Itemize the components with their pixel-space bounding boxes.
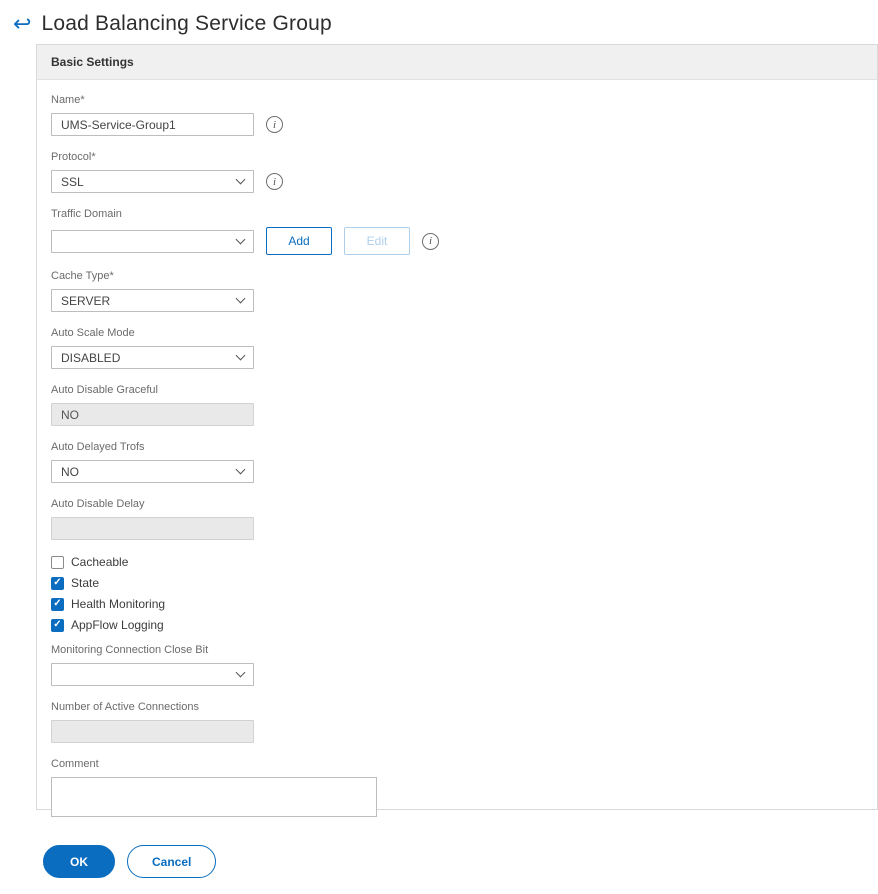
traffic-domain-select[interactable] (51, 229, 254, 253)
cache-type-select[interactable]: SERVER (51, 289, 254, 312)
chevron-down-icon (235, 293, 246, 304)
panel-title: Basic Settings (51, 55, 134, 69)
auto-scale-mode-select-value: DISABLED (61, 350, 121, 365)
field-auto-scale-mode: Auto Scale Mode DISABLED (51, 327, 861, 369)
field-name: Name* i (51, 94, 861, 136)
traffic-domain-label: Traffic Domain (51, 208, 122, 220)
check-icon: ✓ (53, 577, 62, 588)
auto-delayed-trofs-select[interactable]: NO (51, 460, 254, 483)
panel-footer: OK Cancel (37, 835, 877, 894)
info-icon[interactable]: i (422, 232, 439, 250)
panel-body: Name* i Protocol* SSL i Traffic Domain (37, 80, 877, 835)
field-auto-delayed-trofs: Auto Delayed Trofs NO (51, 441, 861, 483)
auto-disable-graceful-label: Auto Disable Graceful (51, 384, 158, 396)
checkbox-cacheable[interactable]: ✓ Cacheable (51, 555, 861, 569)
number-of-active-connections-input (51, 720, 254, 743)
chevron-down-icon (235, 667, 246, 678)
auto-disable-graceful-value: NO (61, 407, 79, 422)
checkbox-icon: ✓ (51, 618, 64, 632)
checkbox-icon: ✓ (51, 576, 64, 590)
checkbox-health-monitoring[interactable]: ✓ Health Monitoring (51, 597, 861, 611)
chevron-down-icon (235, 350, 246, 361)
cache-type-select-value: SERVER (61, 293, 111, 308)
field-comment: Comment (51, 758, 861, 820)
back-arrow-icon[interactable]: ↩ (13, 13, 31, 35)
checkbox-label: Cacheable (71, 555, 129, 569)
checkbox-state[interactable]: ✓ State (51, 576, 861, 590)
auto-disable-delay-label: Auto Disable Delay (51, 498, 145, 510)
field-monitoring-connection-close-bit: Monitoring Connection Close Bit (51, 644, 861, 686)
field-number-of-active-connections: Number of Active Connections (51, 701, 861, 743)
field-auto-disable-graceful: Auto Disable Graceful NO (51, 384, 861, 426)
auto-scale-mode-select[interactable]: DISABLED (51, 346, 254, 369)
checkbox-appflow-logging[interactable]: ✓ AppFlow Logging (51, 618, 861, 632)
auto-delayed-trofs-select-value: NO (61, 464, 79, 479)
checkbox-group: ✓ Cacheable ✓ State ✓ Health Monitoring … (51, 555, 861, 632)
monitoring-connection-close-bit-select[interactable] (51, 663, 254, 686)
ok-button[interactable]: OK (43, 845, 115, 878)
protocol-select[interactable]: SSL (51, 170, 254, 193)
auto-delayed-trofs-label: Auto Delayed Trofs (51, 441, 145, 453)
auto-scale-mode-label: Auto Scale Mode (51, 327, 135, 339)
check-icon: ✓ (53, 598, 62, 609)
comment-label: Comment (51, 758, 99, 770)
chevron-down-icon (235, 234, 246, 244)
page-header: ↩ Load Balancing Service Group (0, 0, 878, 44)
page-title: Load Balancing Service Group (41, 12, 332, 35)
field-protocol: Protocol* SSL i (51, 151, 861, 193)
name-label: Name* (51, 94, 85, 106)
checkbox-icon: ✓ (51, 555, 64, 569)
field-cache-type: Cache Type* SERVER (51, 270, 861, 312)
panel-header: Basic Settings (37, 45, 877, 80)
info-icon[interactable]: i (266, 173, 283, 190)
number-of-active-connections-label: Number of Active Connections (51, 701, 199, 713)
auto-disable-delay-input (51, 517, 254, 540)
check-icon: ✓ (53, 619, 62, 630)
chevron-down-icon (235, 464, 246, 475)
add-button[interactable]: Add (266, 227, 332, 255)
chevron-down-icon (235, 174, 246, 185)
comment-textarea[interactable] (51, 777, 377, 817)
checkbox-label: AppFlow Logging (71, 618, 164, 632)
info-icon[interactable]: i (266, 116, 283, 133)
cache-type-label: Cache Type* (51, 270, 114, 282)
auto-disable-graceful-input: NO (51, 403, 254, 426)
edit-button[interactable]: Edit (344, 227, 410, 255)
cancel-button[interactable]: Cancel (127, 845, 217, 878)
monitoring-connection-close-bit-label: Monitoring Connection Close Bit (51, 644, 209, 656)
checkbox-label: State (71, 576, 100, 590)
checkbox-label: Health Monitoring (71, 597, 166, 611)
basic-settings-panel: Basic Settings Name* i Protocol* SSL i T… (36, 44, 878, 878)
protocol-label: Protocol* (51, 151, 96, 163)
field-traffic-domain: Traffic Domain Add Edit i (51, 208, 861, 255)
protocol-select-value: SSL (61, 174, 84, 189)
field-auto-disable-delay: Auto Disable Delay (51, 498, 861, 540)
checkbox-icon: ✓ (51, 597, 64, 611)
name-input[interactable] (51, 113, 254, 136)
